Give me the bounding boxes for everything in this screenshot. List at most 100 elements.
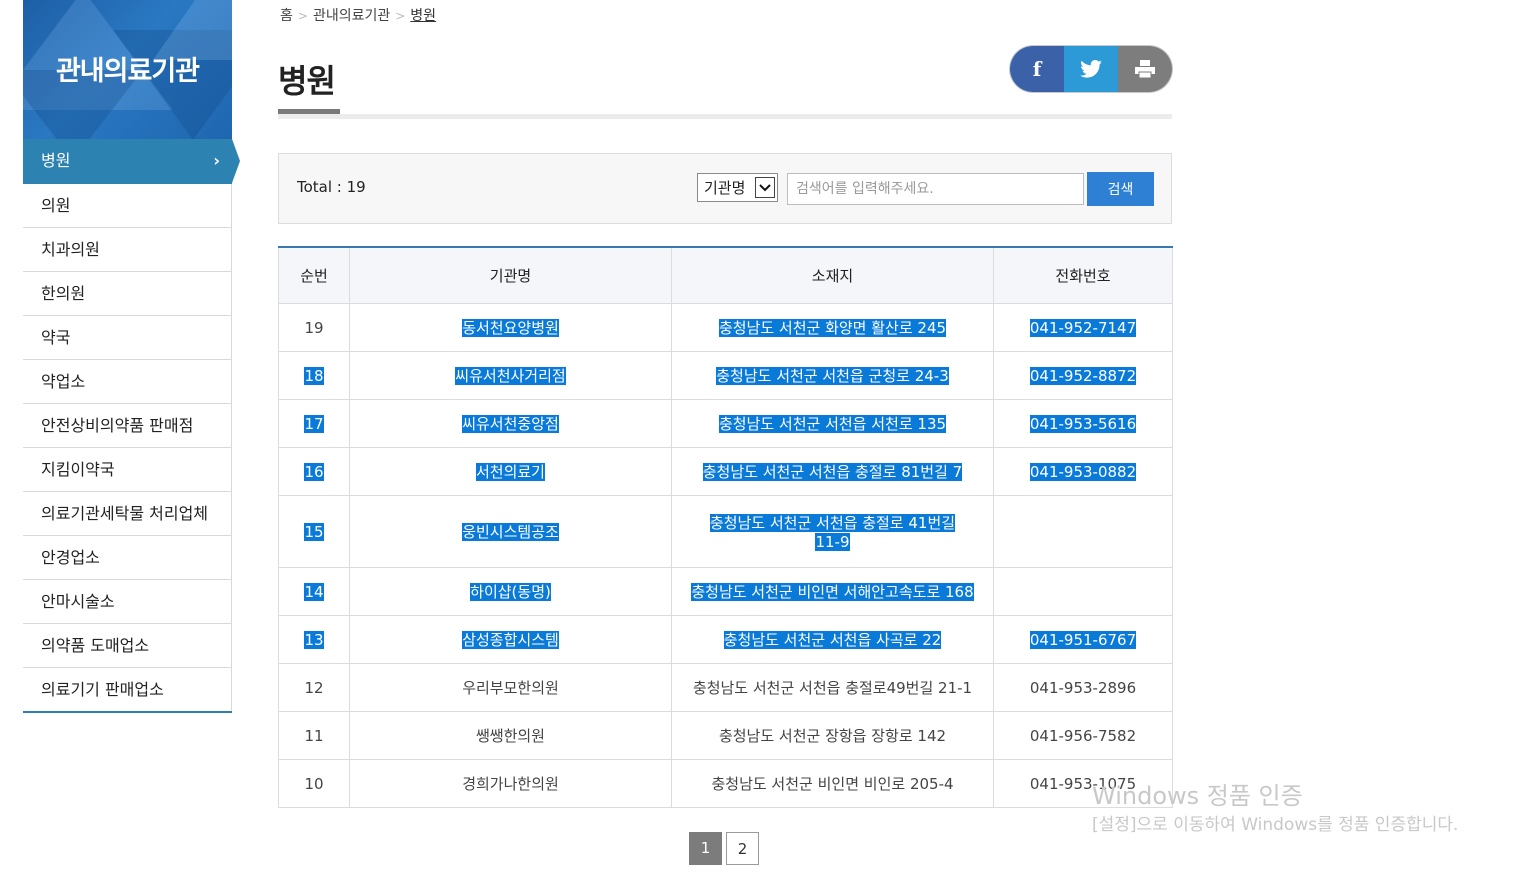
- cell-no: 17: [278, 399, 350, 448]
- chevron-right-icon: >: [395, 9, 406, 23]
- column-header-no: 순번: [278, 247, 350, 304]
- sidebar-item-device-sales[interactable]: 의료기기 판매업소: [23, 668, 232, 711]
- table-row: 16 서천의료기 충청남도 서천군 서천읍 충절로 81번길 7 041-953…: [278, 447, 1173, 496]
- cell-no: 12: [278, 663, 350, 712]
- facility-name-link[interactable]: 씨유서천사거리점: [455, 367, 566, 385]
- facility-address: 충청남도 서천군 서천읍 충절로 81번길 7: [702, 463, 963, 481]
- sidebar-item-label: 안경업소: [41, 548, 100, 567]
- sidebar-item-oriental[interactable]: 한의원: [23, 272, 232, 316]
- table-row: 18 씨유서천사거리점 충청남도 서천군 서천읍 군청로 24-3 041-95…: [278, 351, 1173, 400]
- cell-no: 14: [278, 567, 350, 616]
- title-divider: [278, 114, 1172, 119]
- printer-icon: [1135, 60, 1155, 78]
- search-button[interactable]: 검색: [1087, 172, 1154, 206]
- sidebar-item-label: 의료기관세탁물 처리업체: [41, 504, 209, 523]
- page-button-1[interactable]: 1: [689, 832, 722, 865]
- facility-address: 충청남도 서천군 서천읍 사곡로 22: [723, 631, 942, 649]
- share-bar: f: [1010, 46, 1172, 92]
- cell-address: 충청남도 서천군 서천읍 사곡로 22: [671, 615, 994, 664]
- cell-no: 13: [278, 615, 350, 664]
- facility-name-link[interactable]: 서천의료기: [475, 463, 545, 481]
- sidebar-item-massage[interactable]: 안마시술소: [23, 580, 232, 624]
- sidebar-item-label: 안마시술소: [41, 592, 115, 611]
- facility-phone: 041-952-8872: [1029, 366, 1137, 385]
- sidebar-item-optician[interactable]: 안경업소: [23, 536, 232, 580]
- table-row: 14 하이샵(동명) 충청남도 서천군 비인면 서해안고속도로 168: [278, 567, 1173, 616]
- pagination: 1 2: [689, 832, 759, 865]
- row-number: 19: [304, 318, 324, 337]
- facility-name-link[interactable]: 하이샵(동명): [470, 583, 551, 601]
- column-header-phone: 전화번호: [993, 247, 1173, 304]
- cell-phone: 041-953-0882: [993, 447, 1173, 496]
- sidebar-item-label: 치과의원: [41, 240, 100, 259]
- sidebar-title: 관내의료기관: [55, 56, 200, 87]
- facility-phone: 041-953-0882: [1029, 462, 1137, 481]
- cell-no: 16: [278, 447, 350, 496]
- facility-name-link[interactable]: 동서천요양병원: [462, 319, 559, 337]
- cell-name: 서천의료기: [349, 447, 672, 496]
- facility-address: 충청남도 서천군 비인면 서해안고속도로 168: [691, 583, 974, 601]
- twitter-share-button[interactable]: [1064, 46, 1118, 92]
- row-number: 15: [304, 522, 324, 541]
- facility-address: 충청남도 서천군 화양면 활산로 245: [718, 319, 947, 337]
- windows-activation-hint: [설정]으로 이동하여 Windows를 정품 인증합니다.: [1092, 815, 1459, 835]
- cell-address: 충청남도 서천군 서천읍 군청로 24-3: [671, 351, 994, 400]
- table-row: 19 동서천요양병원 충청남도 서천군 화양면 활산로 245 041-952-…: [278, 303, 1173, 352]
- search-input[interactable]: [787, 173, 1084, 205]
- page-button-2[interactable]: 2: [726, 832, 759, 865]
- total-count: Total : 19: [297, 178, 366, 196]
- facility-name-link[interactable]: 삼성종합시스템: [462, 631, 559, 649]
- facility-phone: 041-953-5616: [1029, 414, 1137, 433]
- sidebar-item-pharmacy[interactable]: 약국: [23, 316, 232, 360]
- title-underline: [278, 109, 340, 114]
- facility-address: 충청남도 서천군 서천읍 군청로 24-3: [716, 367, 949, 385]
- facility-name-link[interactable]: 쌩쌩한의원: [476, 727, 545, 745]
- table-row: 17 씨유서천중앙점 충청남도 서천군 서천읍 서천로 135 041-953-…: [278, 399, 1173, 448]
- table-row: 12 우리부모한의원 충청남도 서천군 서천읍 충절로49번길 21-1 041…: [278, 663, 1173, 712]
- sidebar-menu: 병원 › 의원 치과의원 한의원 약국 약업소 안전상비의약품 판매점 지킴이약…: [23, 139, 240, 713]
- print-button[interactable]: [1118, 46, 1172, 92]
- facility-name-link[interactable]: 웅빈시스템공조: [462, 523, 559, 541]
- cell-phone: 041-951-6767: [993, 615, 1173, 664]
- table-row: 11 쌩쌩한의원 충청남도 서천군 장항읍 장항로 142 041-956-75…: [278, 711, 1173, 760]
- search-panel: Total : 19 기관명 검색: [278, 153, 1172, 224]
- breadcrumb-current[interactable]: 병원: [410, 8, 436, 24]
- cell-address: 충청남도 서천군 서천읍 충절로49번길 21-1: [671, 663, 994, 712]
- row-number: 18: [304, 366, 324, 385]
- facility-table: 순번 기관명 소재지 전화번호 19 동서천요양병원 충청남도 서천군 화양면 …: [278, 246, 1173, 808]
- cell-no: 15: [278, 495, 350, 568]
- cell-name: 웅빈시스템공조: [349, 495, 672, 568]
- sidebar-item-hospital[interactable]: 병원 ›: [23, 139, 240, 184]
- sidebar-item-drugstore[interactable]: 약업소: [23, 360, 232, 404]
- cell-name: 씨유서천사거리점: [349, 351, 672, 400]
- facility-address-line2: 11-9: [815, 533, 850, 551]
- facebook-share-button[interactable]: f: [1010, 46, 1064, 92]
- facebook-icon: f: [1032, 57, 1042, 81]
- sidebar-item-label: 안전상비의약품 판매점: [41, 416, 194, 435]
- column-header-address: 소재지: [671, 247, 994, 304]
- cell-name: 삼성종합시스템: [349, 615, 672, 664]
- chevron-down-icon: [755, 177, 775, 198]
- search-field-select[interactable]: 기관명: [697, 173, 778, 202]
- sidebar-item-clinic[interactable]: 의원: [23, 184, 232, 228]
- sidebar-item-otc-store[interactable]: 안전상비의약품 판매점: [23, 404, 232, 448]
- facility-name-link[interactable]: 씨유서천중앙점: [462, 415, 559, 433]
- chevron-right-icon: ›: [213, 151, 220, 170]
- cell-phone: [993, 567, 1173, 616]
- cell-no: 18: [278, 351, 350, 400]
- row-number: 13: [304, 630, 324, 649]
- sidebar-item-dental[interactable]: 치과의원: [23, 228, 232, 272]
- sidebar-item-guardian-pharmacy[interactable]: 지킴이약국: [23, 448, 232, 492]
- facility-phone: 041-952-7147: [1029, 318, 1137, 337]
- facility-name-link[interactable]: 경희가나한의원: [462, 775, 559, 793]
- cell-address: 충청남도 서천군 화양면 활산로 245: [671, 303, 994, 352]
- cell-phone: 041-956-7582: [993, 711, 1173, 760]
- cell-name: 쌩쌩한의원: [349, 711, 672, 760]
- facility-name-link[interactable]: 우리부모한의원: [462, 679, 559, 697]
- breadcrumb-level1[interactable]: 관내의료기관: [313, 8, 390, 24]
- facility-address: 충청남도 서천군 서천읍 서천로 135: [718, 415, 947, 433]
- sidebar-item-laundry[interactable]: 의료기관세탁물 처리업체: [23, 492, 232, 536]
- sidebar-item-wholesale[interactable]: 의약품 도매업소: [23, 624, 232, 668]
- sidebar-banner: 관내의료기관: [23, 0, 232, 139]
- breadcrumb-home[interactable]: 홈: [280, 8, 293, 24]
